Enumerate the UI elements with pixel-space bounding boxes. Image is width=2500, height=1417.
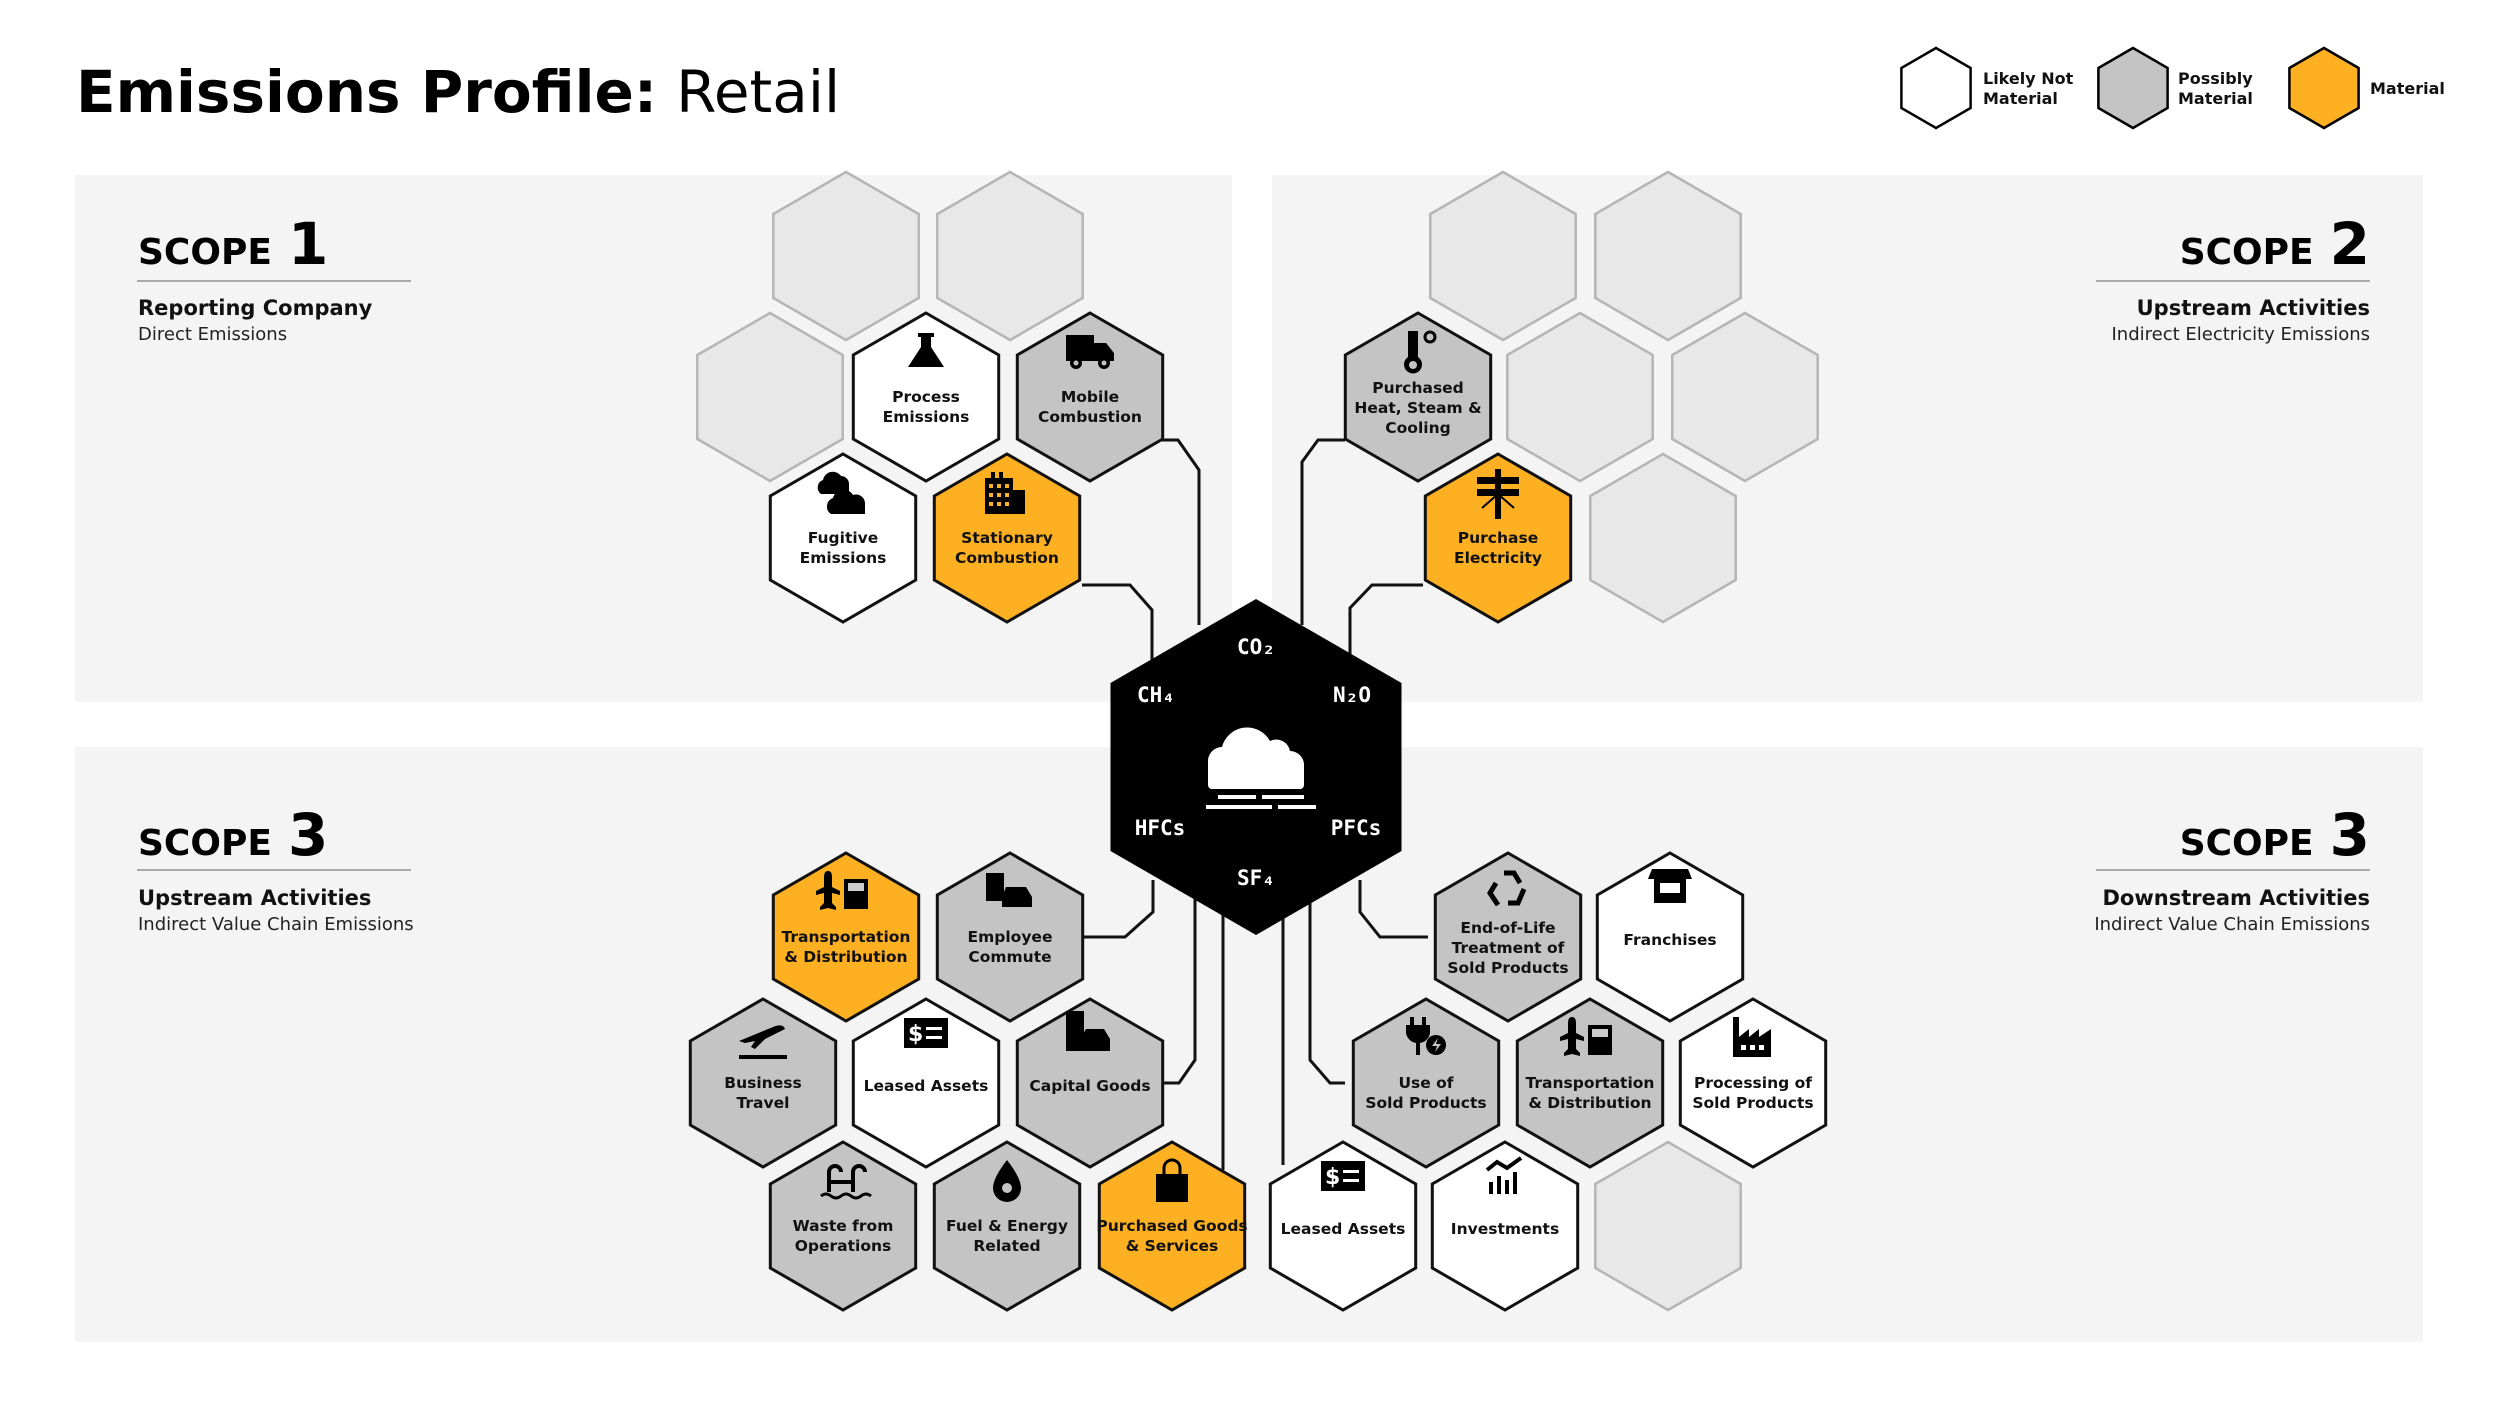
hex-label: Sold Products — [1447, 959, 1568, 977]
hex-label: Capital Goods — [1029, 1077, 1150, 1095]
title-regular: Retail — [676, 58, 840, 126]
hex-label: Treatment of — [1452, 939, 1565, 957]
hex-label: Commute — [968, 948, 1051, 966]
scope-heading: Upstream Activities — [2137, 296, 2370, 320]
legend-item-material: Material — [2288, 46, 2445, 130]
scope-word: SCOPE — [2180, 232, 2314, 273]
hex-label: Travel — [737, 1094, 790, 1112]
hex-label: Emissions — [883, 408, 970, 426]
hex-label: Waste from — [793, 1217, 894, 1235]
hex-label: Emissions — [800, 549, 887, 567]
hex-label: Investments — [1451, 1220, 1559, 1238]
scope-word: SCOPE — [2180, 823, 2314, 864]
hex-label: Stationary — [961, 529, 1053, 547]
scope-number: 3 — [2330, 801, 2370, 869]
hex-label: Use of — [1398, 1074, 1453, 1092]
hex-label: Sold Products — [1692, 1094, 1813, 1112]
legend-label: Likely Not — [1983, 69, 2074, 88]
hex-label: Sold Products — [1365, 1094, 1486, 1112]
hex-label: Leased Assets — [864, 1077, 989, 1095]
scope-subheading: Direct Emissions — [138, 324, 287, 345]
hex-label: Related — [973, 1237, 1040, 1255]
hex-label: Transportation — [1526, 1074, 1655, 1092]
scope-number: 2 — [2330, 210, 2370, 278]
scope-subheading: Indirect Electricity Emissions — [2112, 324, 2371, 345]
hex-label: Combustion — [1038, 408, 1142, 426]
hex-label: Mobile — [1061, 388, 1119, 406]
legend-label: Material — [2370, 79, 2445, 98]
hex-label: Fugitive — [808, 529, 879, 547]
storefront-icon — [1648, 869, 1692, 903]
scope-heading: Upstream Activities — [138, 886, 371, 910]
lease-icon: $ — [1321, 1161, 1365, 1191]
hex-label: & Services — [1126, 1237, 1219, 1255]
hex-label: Fuel & Energy — [946, 1217, 1068, 1235]
scope-heading: Reporting Company — [138, 296, 373, 320]
scope-word: SCOPE — [138, 823, 272, 864]
hex-label: Combustion — [955, 549, 1059, 567]
legend-hex-swatch — [2097, 46, 2169, 130]
page-title: Emissions Profile: Retail — [76, 58, 840, 126]
hex-label: Cooling — [1385, 419, 1450, 437]
legend-item-likely-not: Likely NotMaterial — [1900, 46, 2074, 130]
gas-label: PFCs — [1331, 816, 1382, 840]
legend-hex-swatch — [2288, 46, 2360, 130]
gas-label: CH₄ — [1137, 683, 1175, 707]
hex-label: Heat, Steam & — [1354, 399, 1481, 417]
gas-label: SF₄ — [1237, 866, 1275, 890]
legend: Likely NotMaterialPossiblyMaterialMateri… — [1900, 46, 2445, 130]
legend-label: Material — [2178, 89, 2253, 108]
lease-icon: $ — [904, 1018, 948, 1048]
hex-label: Business — [724, 1074, 801, 1092]
gas-label: CO₂ — [1237, 635, 1275, 659]
hex-label: Electricity — [1454, 549, 1542, 567]
legend-label: Material — [1983, 89, 2058, 108]
emissions-diagram: Emissions Profile: Retail Likely NotMate… — [75, 46, 2445, 1342]
hex-label: Purchased Goods — [1096, 1217, 1247, 1235]
hex-label: Operations — [795, 1237, 892, 1255]
svg-text:$: $ — [1325, 1165, 1340, 1190]
legend-label: Possibly — [2178, 69, 2253, 88]
scope-number: 3 — [288, 801, 328, 869]
hex-label: Purchased — [1372, 379, 1464, 397]
svg-text:$: $ — [908, 1022, 923, 1047]
legend-item-possibly: PossiblyMaterial — [2097, 46, 2253, 130]
title-bold: Emissions Profile: — [76, 58, 657, 126]
hex-label: & Distribution — [784, 948, 907, 966]
hex-label: Transportation — [782, 928, 911, 946]
gas-label: N₂O — [1333, 683, 1371, 707]
hex-label: Processing of — [1694, 1074, 1812, 1092]
hex-label: Franchises — [1623, 931, 1716, 949]
hex-label: Process — [892, 388, 960, 406]
hex-label: End-of-Life — [1460, 919, 1555, 937]
hex-label: Purchase — [1458, 529, 1538, 547]
gas-label: HFCs — [1135, 816, 1186, 840]
legend-hex-swatch — [1900, 46, 1972, 130]
scope-subheading: Indirect Value Chain Emissions — [2094, 914, 2370, 935]
scope-word: SCOPE — [138, 232, 272, 273]
scope-subheading: Indirect Value Chain Emissions — [138, 914, 414, 935]
hex-label: & Distribution — [1528, 1094, 1651, 1112]
hex-label: Employee — [968, 928, 1053, 946]
scope-number: 1 — [288, 210, 328, 278]
scope-heading: Downstream Activities — [2102, 886, 2370, 910]
hex-label: Leased Assets — [1281, 1220, 1406, 1238]
